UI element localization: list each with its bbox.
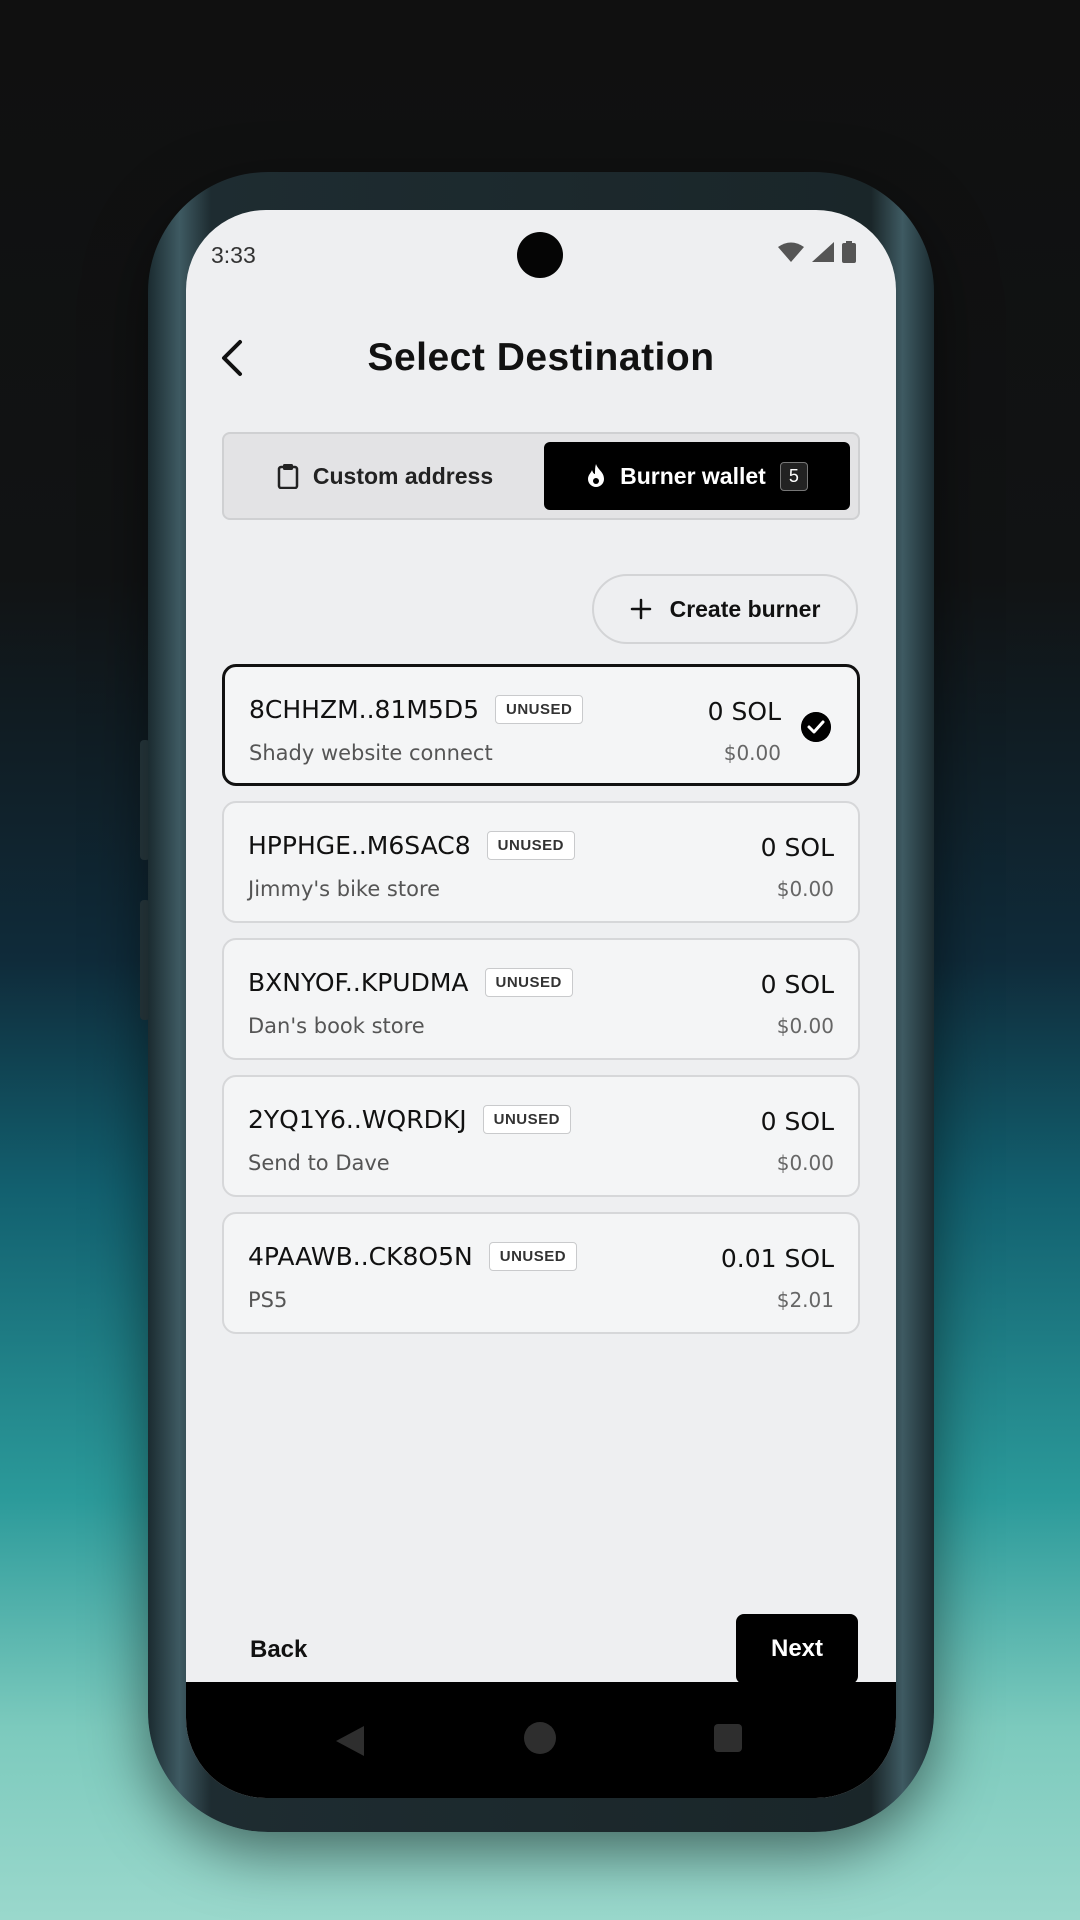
wallet-item[interactable]: 2YQ1Y6..WQRDKJ UNUSED Send to Dave 0 SOL… bbox=[222, 1075, 860, 1197]
flame-icon bbox=[588, 464, 605, 487]
wallet-item[interactable]: 8CHHZM..81M5D5 UNUSED Shady website conn… bbox=[222, 664, 860, 786]
header: Select Destination bbox=[186, 320, 896, 400]
wallet-address-row: 4PAAWB..CK8O5N UNUSED bbox=[248, 1242, 578, 1271]
wallet-label: Jimmy's bike store bbox=[248, 877, 441, 901]
wallet-label: Send to Dave bbox=[248, 1151, 390, 1175]
wallet-sol-balance: 0 SOL bbox=[760, 1107, 834, 1136]
status-bar: 3:33 bbox=[186, 210, 896, 300]
burner-count-badge: 5 bbox=[779, 461, 808, 491]
battery-icon bbox=[842, 241, 856, 263]
unused-badge: UNUSED bbox=[484, 968, 573, 997]
unused-badge: UNUSED bbox=[482, 1105, 571, 1134]
nav-home-icon[interactable] bbox=[524, 1722, 556, 1754]
clipboard-icon bbox=[277, 464, 299, 489]
tab-burner-wallet-label: Burner wallet bbox=[620, 462, 766, 489]
wallet-list: 8CHHZM..81M5D5 UNUSED Shady website conn… bbox=[222, 664, 860, 1349]
nav-recents-icon[interactable] bbox=[714, 1724, 742, 1752]
status-time: 3:33 bbox=[211, 242, 256, 268]
wallet-label: Shady website connect bbox=[249, 741, 493, 765]
wallet-item[interactable]: HPPHGE..M6SAC8 UNUSED Jimmy's bike store… bbox=[222, 801, 860, 923]
wallet-label: PS5 bbox=[248, 1288, 288, 1312]
wallet-item[interactable]: BXNYOF..KPUDMA UNUSED Dan's book store 0… bbox=[222, 938, 860, 1060]
system-nav-bar bbox=[186, 1682, 896, 1798]
front-camera bbox=[517, 232, 563, 278]
create-burner-button[interactable]: Create burner bbox=[592, 574, 858, 644]
wallet-address-row: HPPHGE..M6SAC8 UNUSED bbox=[248, 831, 575, 860]
unused-badge: UNUSED bbox=[488, 1242, 578, 1271]
next-button[interactable]: Next bbox=[736, 1614, 858, 1684]
wallet-sol-balance: 0 SOL bbox=[760, 970, 834, 999]
tab-custom-address[interactable]: Custom address bbox=[232, 442, 538, 510]
page-title: Select Destination bbox=[367, 336, 715, 379]
plus-icon bbox=[630, 598, 651, 620]
wallet-address: BXNYOF..KPUDMA bbox=[248, 968, 469, 997]
unused-badge: UNUSED bbox=[495, 695, 584, 724]
wallet-address-row: BXNYOF..KPUDMA UNUSED bbox=[248, 968, 573, 997]
wallet-sol-balance: 0 SOL bbox=[760, 833, 834, 862]
tab-burner-wallet[interactable]: Burner wallet 5 bbox=[544, 442, 850, 510]
wallet-address: 4PAAWB..CK8O5N bbox=[248, 1242, 473, 1271]
wallet-address-row: 2YQ1Y6..WQRDKJ UNUSED bbox=[248, 1105, 571, 1134]
wallet-address: HPPHGE..M6SAC8 bbox=[248, 831, 471, 860]
destination-type-toggle: Custom address Burner wallet 5 bbox=[222, 432, 860, 520]
wallet-sol-balance: 0.01 SOL bbox=[720, 1244, 834, 1273]
wallet-usd-balance: $0.00 bbox=[776, 1151, 834, 1175]
tab-custom-address-label: Custom address bbox=[312, 462, 494, 489]
wallet-usd-balance: $0.00 bbox=[776, 877, 834, 901]
unused-badge: UNUSED bbox=[486, 831, 575, 860]
create-burner-label: Create burner bbox=[669, 595, 821, 622]
nav-back-icon[interactable] bbox=[336, 1726, 364, 1756]
wallet-usd-balance: $2.01 bbox=[776, 1288, 834, 1312]
wallet-address: 8CHHZM..81M5D5 bbox=[249, 695, 479, 724]
status-icons bbox=[778, 241, 856, 263]
wallet-label: Dan's book store bbox=[248, 1014, 425, 1038]
wifi-icon bbox=[778, 242, 804, 262]
wallet-item[interactable]: 4PAAWB..CK8O5N UNUSED PS5 0.01 SOL $2.01 bbox=[222, 1212, 860, 1334]
wallet-usd-balance: $0.00 bbox=[723, 741, 781, 765]
check-circle-icon bbox=[801, 712, 831, 742]
wallet-sol-balance: 0 SOL bbox=[707, 697, 781, 726]
wallet-address: 2YQ1Y6..WQRDKJ bbox=[248, 1105, 467, 1134]
wallet-address-row: 8CHHZM..81M5D5 UNUSED bbox=[249, 695, 584, 724]
wallet-usd-balance: $0.00 bbox=[776, 1014, 834, 1038]
signal-icon bbox=[812, 242, 834, 262]
back-button[interactable]: Back bbox=[250, 1636, 307, 1664]
phone-screen: 3:33 Select Destination Custom address B… bbox=[186, 210, 896, 1798]
